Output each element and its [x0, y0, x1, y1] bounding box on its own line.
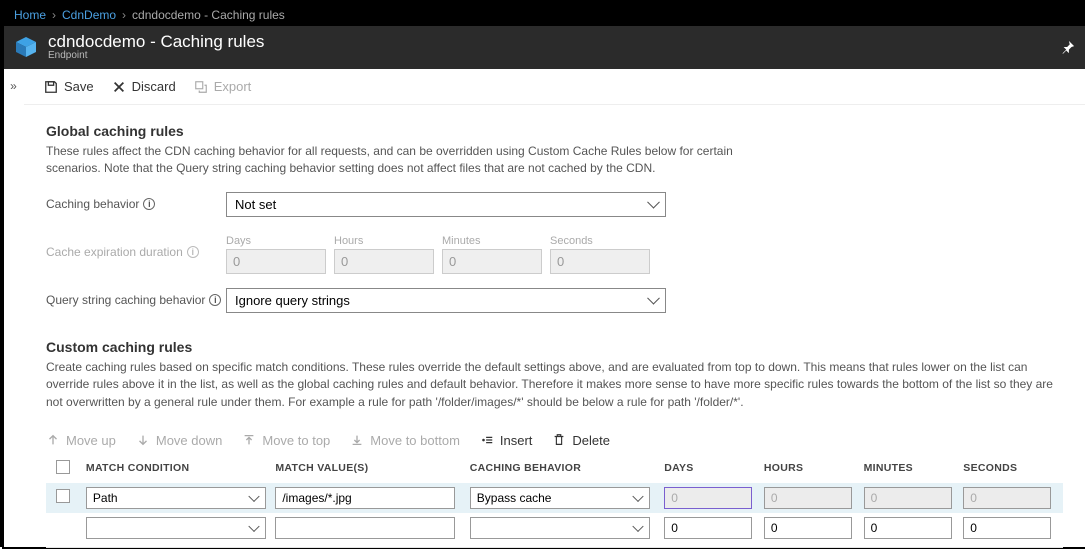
move-top-button[interactable]: Move to top [242, 433, 330, 448]
main-content: Save Discard Export Global caching rules… [24, 69, 1085, 549]
save-button[interactable]: Save [44, 79, 94, 94]
arrow-down-icon [136, 433, 150, 447]
arrow-bottom-icon [350, 433, 364, 447]
export-button[interactable]: Export [194, 79, 252, 94]
row-caching-behavior-select[interactable] [470, 517, 650, 539]
endpoint-icon [14, 35, 38, 59]
move-up-label: Move up [66, 433, 116, 448]
col-match-condition: MATCH CONDITION [86, 462, 275, 474]
breadcrumb-home[interactable]: Home [14, 8, 46, 22]
header: cdndocdemo - Caching rules Endpoint [4, 26, 1085, 69]
export-label: Export [214, 79, 252, 94]
caching-behavior-label: Caching behavior [46, 197, 139, 211]
page-subtitle: Endpoint [48, 50, 264, 61]
col-caching-behavior: CACHING BEHAVIOR [470, 462, 664, 474]
col-minutes: MINUTES [864, 462, 964, 474]
match-condition-select[interactable] [86, 517, 266, 539]
save-label: Save [64, 79, 94, 94]
select-all-checkbox[interactable] [56, 460, 70, 474]
move-bottom-button[interactable]: Move to bottom [350, 433, 460, 448]
match-values-input[interactable] [275, 487, 455, 509]
delete-label: Delete [572, 433, 610, 448]
duration-minutes-input [442, 249, 542, 274]
expand-chevron-icon[interactable]: » [4, 69, 24, 549]
info-icon[interactable]: i [143, 198, 155, 210]
chevron-right-icon: › [122, 8, 126, 22]
move-up-button[interactable]: Move up [46, 433, 116, 448]
hours-col-label: Hours [334, 235, 434, 247]
query-string-select[interactable]: Ignore query strings [226, 288, 666, 313]
trash-icon [552, 433, 566, 447]
row-days-input [664, 487, 752, 509]
command-bar: Save Discard Export [24, 69, 1085, 105]
rules-table: MATCH CONDITION MATCH VALUE(S) CACHING B… [46, 460, 1063, 548]
export-icon [194, 80, 208, 94]
table-header: MATCH CONDITION MATCH VALUE(S) CACHING B… [46, 460, 1063, 483]
row-minutes-input[interactable] [864, 517, 952, 539]
custom-rules-desc: Create caching rules based on specific m… [46, 359, 1063, 411]
rules-toolbar: Move up Move down Move to top Move to bo… [46, 433, 1063, 448]
insert-icon [480, 433, 494, 447]
row-hours-input[interactable] [764, 517, 852, 539]
breadcrumb: Home › CdnDemo › cdndocdemo - Caching ru… [4, 4, 1085, 26]
arrow-top-icon [242, 433, 256, 447]
col-seconds: SECONDS [963, 462, 1063, 474]
move-down-button[interactable]: Move down [136, 433, 222, 448]
query-string-label: Query string caching behavior [46, 293, 205, 307]
page-title: cdndocdemo - Caching rules [48, 32, 264, 52]
move-bottom-label: Move to bottom [370, 433, 460, 448]
row-minutes-input [864, 487, 952, 509]
table-row[interactable] [46, 513, 1063, 543]
breadcrumb-profile[interactable]: CdnDemo [62, 8, 116, 22]
col-hours: HOURS [764, 462, 864, 474]
pin-icon[interactable] [1061, 40, 1075, 54]
row-seconds-input[interactable] [963, 517, 1051, 539]
row-checkbox[interactable] [56, 489, 70, 503]
insert-label: Insert [500, 433, 533, 448]
duration-days-input [226, 249, 326, 274]
global-rules-heading: Global caching rules [46, 123, 1063, 139]
discard-button[interactable]: Discard [112, 79, 176, 94]
info-icon[interactable]: i [209, 294, 221, 306]
save-icon [44, 80, 58, 94]
custom-rules-heading: Custom caching rules [46, 339, 1063, 355]
row-caching-behavior-select[interactable]: Bypass cache [470, 487, 650, 509]
move-down-label: Move down [156, 433, 222, 448]
discard-label: Discard [132, 79, 176, 94]
info-icon[interactable]: i [187, 246, 199, 258]
table-row[interactable]: Path Bypass cache [46, 483, 1063, 513]
cache-duration-label: Cache expiration duration [46, 245, 183, 259]
discard-icon [112, 80, 126, 94]
seconds-col-label: Seconds [550, 235, 650, 247]
move-top-label: Move to top [262, 433, 330, 448]
chevron-right-icon: › [52, 8, 56, 22]
caching-behavior-select[interactable]: Not set [226, 192, 666, 217]
col-match-values: MATCH VALUE(S) [275, 462, 469, 474]
col-days: DAYS [664, 462, 764, 474]
minutes-col-label: Minutes [442, 235, 542, 247]
row-hours-input [764, 487, 852, 509]
global-rules-desc: These rules affect the CDN caching behav… [46, 143, 766, 178]
insert-button[interactable]: Insert [480, 433, 533, 448]
row-days-input[interactable] [664, 517, 752, 539]
duration-hours-input [334, 249, 434, 274]
breadcrumb-current: cdndocdemo - Caching rules [132, 8, 285, 22]
match-condition-select[interactable]: Path [86, 487, 266, 509]
duration-seconds-input [550, 249, 650, 274]
delete-button[interactable]: Delete [552, 433, 610, 448]
row-seconds-input [963, 487, 1051, 509]
days-col-label: Days [226, 235, 326, 247]
arrow-up-icon [46, 433, 60, 447]
match-values-input[interactable] [275, 517, 455, 539]
